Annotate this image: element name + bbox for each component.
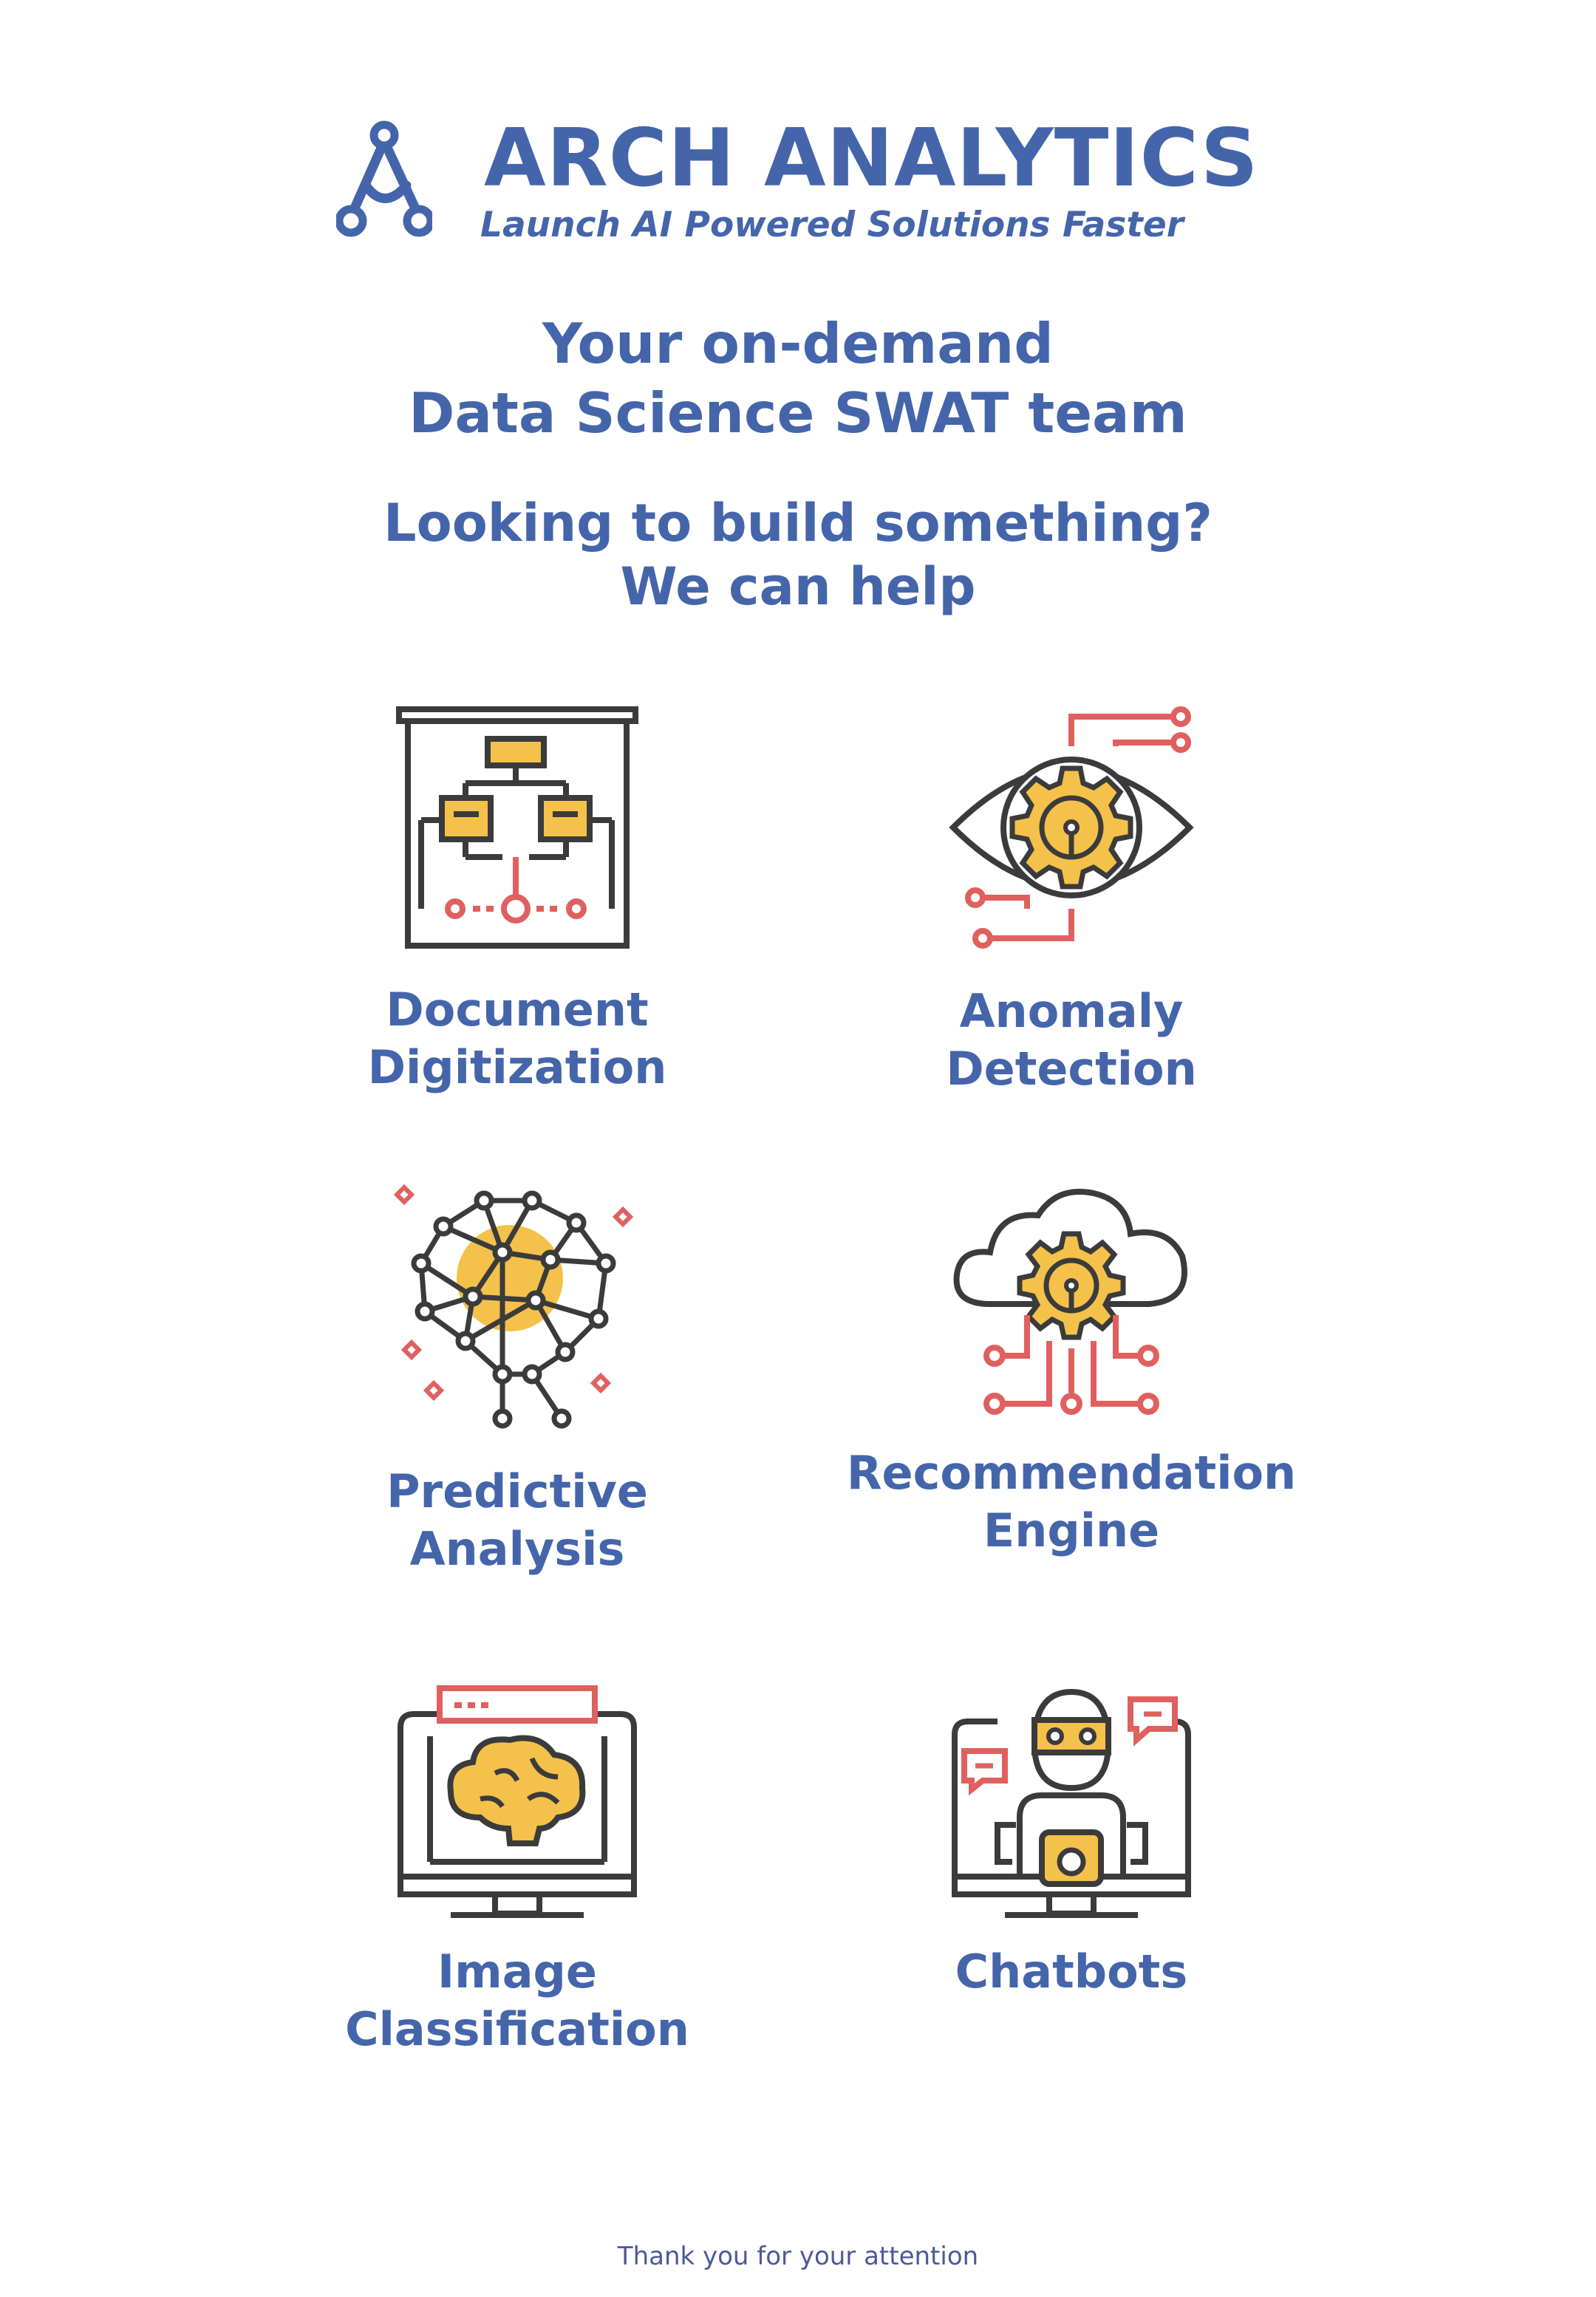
service-recommendation-engine: Recommendation Engine — [754, 1182, 1389, 1557]
service-label-line-2: Classification — [345, 2002, 689, 2056]
service-label: Chatbots — [754, 1943, 1389, 2001]
monitor-brain-icon — [398, 1685, 637, 1918]
flyer-page: ARCH ANALYTICS Launch AI Powered Solutio… — [0, 0, 1596, 2297]
service-label-line-1: Chatbots — [955, 1945, 1188, 1999]
service-label-line-2: Digitization — [367, 1040, 667, 1094]
service-label-line-1: Recommendation — [846, 1446, 1297, 1500]
service-label-line-2: Detection — [946, 1042, 1197, 1096]
brand-tagline: Launch AI Powered Solutions Faster — [480, 205, 1184, 245]
service-label-line-2: Engine — [983, 1504, 1160, 1557]
service-image-classification: Image Classification — [200, 1677, 835, 2056]
service-label-line-2: Analysis — [409, 1522, 625, 1576]
service-label-line-1: Document — [386, 983, 649, 1037]
service-label: Recommendation Engine — [754, 1444, 1389, 1560]
headline-line-2: Data Science SWAT team — [409, 380, 1187, 446]
service-predictive-analysis: Predictive Analysis — [200, 1182, 835, 1576]
cloud-gear-icon — [953, 1189, 1187, 1415]
robot-chat-icon — [952, 1688, 1191, 1918]
service-document-digitization: Document Digitization — [200, 702, 835, 1094]
document-flowchart-icon — [396, 706, 638, 949]
brand-name: ARCH ANALYTICS — [484, 112, 1259, 205]
service-label-line-1: Image — [437, 1945, 597, 1999]
service-anomaly-detection: Anomaly Detection — [754, 702, 1389, 1096]
brand-logo: ARCH ANALYTICS Launch AI Powered Solutio… — [336, 115, 1267, 248]
sub-headline: Looking to build something? We can help — [0, 491, 1596, 618]
service-label-line-1: Predictive — [386, 1464, 648, 1518]
service-chatbots: Chatbots — [754, 1677, 1389, 1999]
subheadline-line-2: We can help — [620, 556, 976, 617]
footer-thanks: Thank you for your attention — [617, 2242, 979, 2271]
neural-brain-icon — [393, 1184, 634, 1429]
service-label-line-1: Anomaly — [959, 984, 1184, 1038]
service-label: Anomaly Detection — [754, 983, 1389, 1098]
main-headline: Your on-demand Data Science SWAT team — [0, 309, 1596, 448]
service-label: Predictive Analysis — [200, 1463, 835, 1578]
subheadline-line-1: Looking to build something? — [383, 493, 1213, 553]
eye-gear-icon — [949, 706, 1194, 949]
service-label: Document Digitization — [200, 981, 835, 1096]
arch-logo-icon — [336, 120, 432, 237]
headline-line-1: Your on-demand — [542, 311, 1054, 376]
service-label: Image Classification — [200, 1943, 835, 2058]
